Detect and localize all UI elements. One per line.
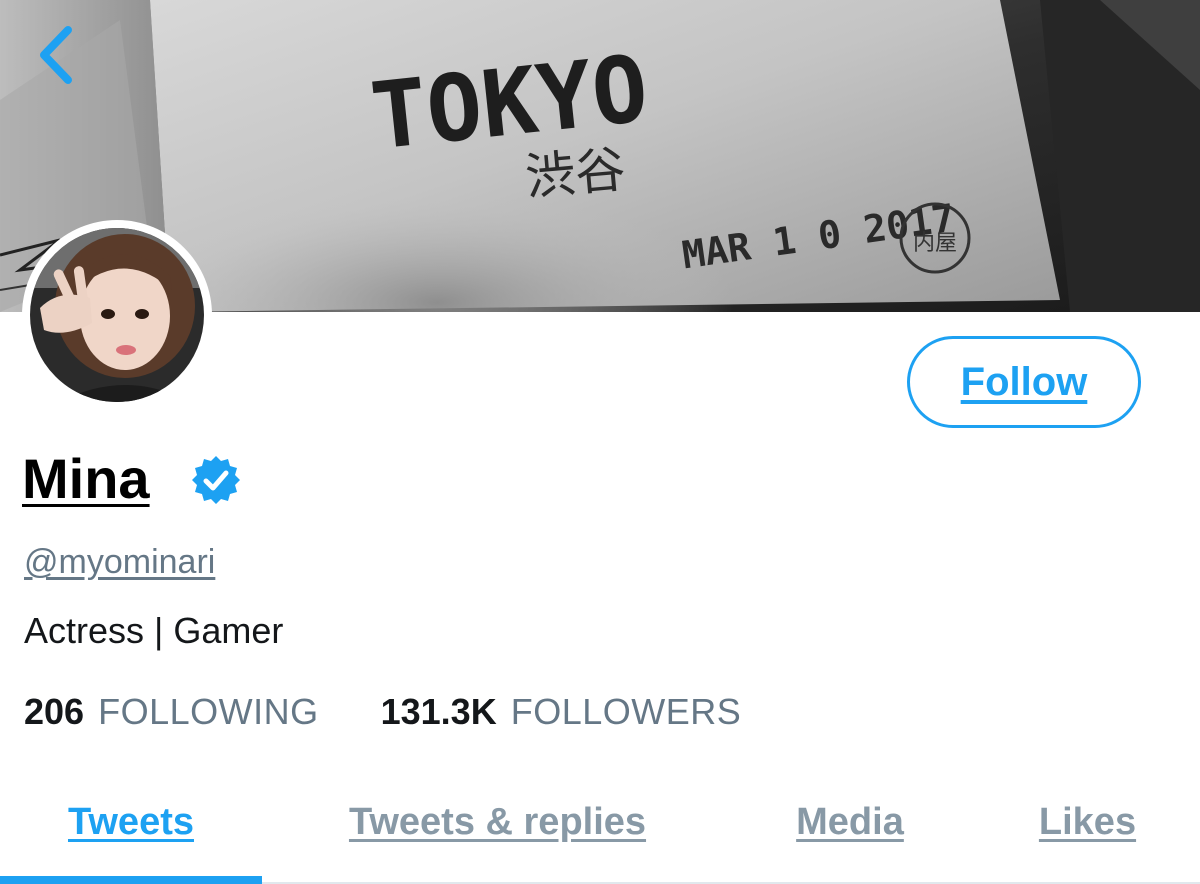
following-count: 206	[24, 691, 85, 732]
followers-stat[interactable]: 131.3K FOLLOWERS	[381, 688, 742, 736]
followers-label: FOLLOWERS	[510, 691, 742, 732]
tab-tweets-and-replies[interactable]: Tweets & replies	[300, 790, 695, 884]
profile-stats: 206 FOLLOWING 131.3K FOLLOWERS	[24, 688, 741, 736]
profile-tabs: Tweets Tweets & replies Media Likes	[0, 790, 1200, 884]
profile-bio: Actress | Gamer	[24, 610, 284, 651]
following-stat[interactable]: 206 FOLLOWING	[24, 688, 319, 736]
avatar-photo	[30, 228, 204, 402]
following-label: FOLLOWING	[98, 691, 319, 732]
profile-page: TOKYO 渋谷 MAR 1 0 2017 内屋 Follow Mina @my…	[0, 0, 1200, 884]
banner-district-text: 渋谷	[523, 140, 628, 206]
back-button[interactable]	[26, 18, 88, 92]
follow-button[interactable]: Follow	[907, 336, 1141, 428]
chevron-left-icon	[40, 26, 72, 84]
profile-display-name[interactable]: Mina	[22, 446, 150, 512]
verified-badge-icon	[190, 454, 242, 506]
avatar[interactable]	[22, 220, 212, 410]
followers-count: 131.3K	[380, 691, 497, 732]
banner-seal-text: 内屋	[913, 231, 957, 256]
active-tab-indicator	[0, 876, 262, 884]
tab-likes[interactable]: Likes	[1010, 790, 1165, 884]
tab-tweets[interactable]: Tweets	[0, 790, 262, 884]
profile-handle[interactable]: @myominari	[24, 540, 215, 584]
tab-media[interactable]: Media	[760, 790, 940, 884]
